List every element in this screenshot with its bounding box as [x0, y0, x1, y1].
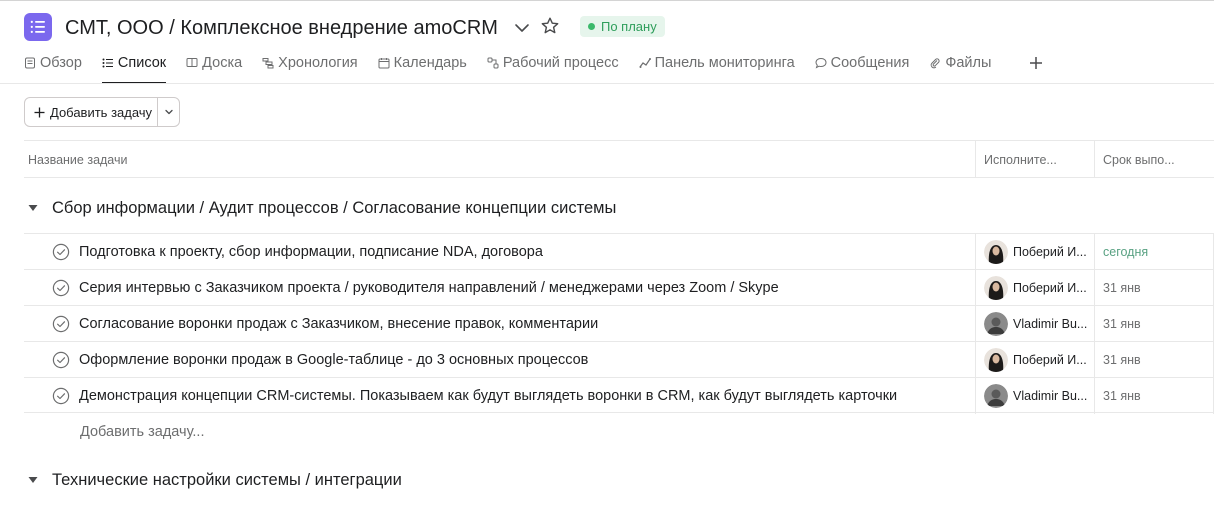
assignee-name: Поберий И...: [1013, 352, 1087, 367]
section-title: Технические настройки системы / интеграц…: [52, 470, 402, 489]
messages-icon: [815, 57, 827, 69]
tab-calendar[interactable]: Календарь: [378, 52, 467, 74]
task-name[interactable]: Согласование воронки продаж с Заказчиком…: [79, 306, 959, 341]
chevron-down-icon[interactable]: [512, 18, 532, 38]
workflow-icon: [487, 57, 499, 69]
column-header-task-name[interactable]: Название задачи: [28, 141, 968, 178]
table-header: Название задачи Исполните... Срок выпо..…: [24, 140, 1214, 178]
avatar: [984, 311, 1008, 336]
task-name[interactable]: Подготовка к проекту, сбор информации, п…: [79, 234, 959, 269]
caret-down-icon[interactable]: [24, 471, 42, 489]
tab-files[interactable]: Файлы: [929, 52, 991, 74]
add-task-button[interactable]: Добавить задачу: [25, 98, 158, 126]
assignee-name: Поберий И...: [1013, 280, 1087, 295]
tab-messages[interactable]: Сообщения: [815, 52, 910, 74]
project-title[interactable]: СМТ, ООО / Комплексное внедрение amoCRM: [65, 14, 498, 42]
assignee-cell[interactable]: Поберий И...: [975, 233, 1094, 270]
timeline-icon: [262, 58, 274, 69]
files-icon: [931, 58, 940, 69]
tab-label: Рабочий процесс: [502, 55, 619, 71]
due-date-cell[interactable]: 31 янв: [1094, 269, 1214, 306]
avatar: [984, 275, 1008, 300]
due-date-cell[interactable]: 31 янв: [1094, 341, 1214, 378]
task-name[interactable]: Серия интервью с Заказчиком проекта / ру…: [79, 270, 959, 305]
assignee-name: Vladimir Bu...: [1013, 388, 1088, 403]
check-circle-icon[interactable]: [52, 315, 70, 333]
avatar: [984, 239, 1008, 264]
check-circle-icon[interactable]: [52, 351, 70, 369]
add-task-inline-button[interactable]: Добавить задачу...: [80, 424, 204, 440]
tab-overview[interactable]: Обзор: [24, 52, 82, 74]
check-circle-icon[interactable]: [52, 387, 70, 405]
tab-label: Календарь: [393, 55, 467, 71]
project-tabs: Обзор Список Доска Хронология Календарь …: [24, 52, 1011, 84]
assignee-cell[interactable]: Поберий И...: [975, 341, 1094, 378]
tab-timeline[interactable]: Хронология: [262, 52, 358, 74]
assignee-name: Поберий И...: [1013, 244, 1087, 259]
tab-board[interactable]: Доска: [186, 52, 242, 74]
add-task-label: Добавить задачу: [50, 104, 153, 120]
assignee-name: Vladimir Bu...: [1013, 316, 1088, 331]
add-tab-plus-icon[interactable]: [1028, 55, 1044, 71]
assignee-cell[interactable]: Vladimir Bu...: [975, 377, 1094, 414]
tab-label: Панель мониторинга: [654, 55, 795, 71]
section-title: Сбор информации / Аудит процессов / Согл…: [52, 198, 617, 217]
column-header-assignee[interactable]: Исполните...: [975, 141, 1085, 178]
table-row[interactable]: Оформление воронки продаж в Google-табли…: [24, 341, 1214, 378]
plus-icon: [34, 107, 45, 117]
avatar: [984, 383, 1008, 408]
due-date-cell[interactable]: 31 янв: [1094, 377, 1214, 414]
star-icon[interactable]: [540, 16, 560, 36]
tab-label: Доска: [202, 55, 243, 71]
section-header[interactable]: Технические настройки системы / интеграц…: [24, 466, 402, 494]
window-top-border: [0, 0, 1214, 1]
list-icon: [102, 58, 113, 68]
tabs-divider: [0, 83, 1214, 84]
tab-label: Обзор: [40, 55, 82, 71]
table-row[interactable]: Согласование воронки продаж с Заказчиком…: [24, 305, 1214, 342]
tab-label: Хронология: [278, 55, 358, 71]
avatar: [984, 347, 1008, 372]
task-list: Подготовка к проекту, сбор информации, п…: [24, 233, 1214, 414]
status-dot-icon: [588, 23, 595, 30]
column-header-due-date[interactable]: Срок выпо...: [1094, 141, 1213, 178]
tab-label: Список: [117, 55, 167, 71]
table-row[interactable]: Серия интервью с Заказчиком проекта / ру…: [24, 269, 1214, 306]
overview-icon: [25, 57, 35, 69]
assignee-cell[interactable]: Поберий И...: [975, 269, 1094, 306]
table-row[interactable]: Демонстрация концепции CRM-системы. Пока…: [24, 377, 1214, 414]
status-label: По плану: [601, 19, 657, 34]
tab-dashboard[interactable]: Панель мониторинга: [639, 52, 795, 74]
status-badge[interactable]: По плану: [580, 16, 665, 37]
task-name[interactable]: Оформление воронки продаж в Google-табли…: [79, 342, 959, 377]
assignee-cell[interactable]: Vladimir Bu...: [975, 305, 1094, 342]
section-header[interactable]: Сбор информации / Аудит процессов / Согл…: [24, 194, 616, 222]
caret-down-icon[interactable]: [24, 199, 42, 217]
add-task-split-button: Добавить задачу: [24, 97, 180, 127]
chevron-down-icon: [164, 109, 173, 115]
due-date-cell[interactable]: сегодня: [1094, 233, 1214, 270]
check-circle-icon[interactable]: [52, 243, 70, 261]
tab-list[interactable]: Список: [101, 52, 167, 84]
table-row[interactable]: Подготовка к проекту, сбор информации, п…: [24, 233, 1214, 270]
check-circle-icon[interactable]: [52, 279, 70, 297]
project-list-icon[interactable]: [24, 13, 52, 41]
due-date-cell[interactable]: 31 янв: [1094, 305, 1214, 342]
tab-workflow[interactable]: Рабочий процесс: [487, 52, 619, 74]
add-task-dropdown-button[interactable]: [158, 98, 179, 126]
board-icon: [186, 58, 198, 67]
task-name[interactable]: Демонстрация концепции CRM-системы. Пока…: [79, 378, 959, 413]
tab-label: Сообщения: [830, 55, 910, 71]
dashboard-icon: [639, 58, 651, 68]
calendar-icon: [378, 58, 390, 69]
tab-label: Файлы: [945, 55, 992, 71]
